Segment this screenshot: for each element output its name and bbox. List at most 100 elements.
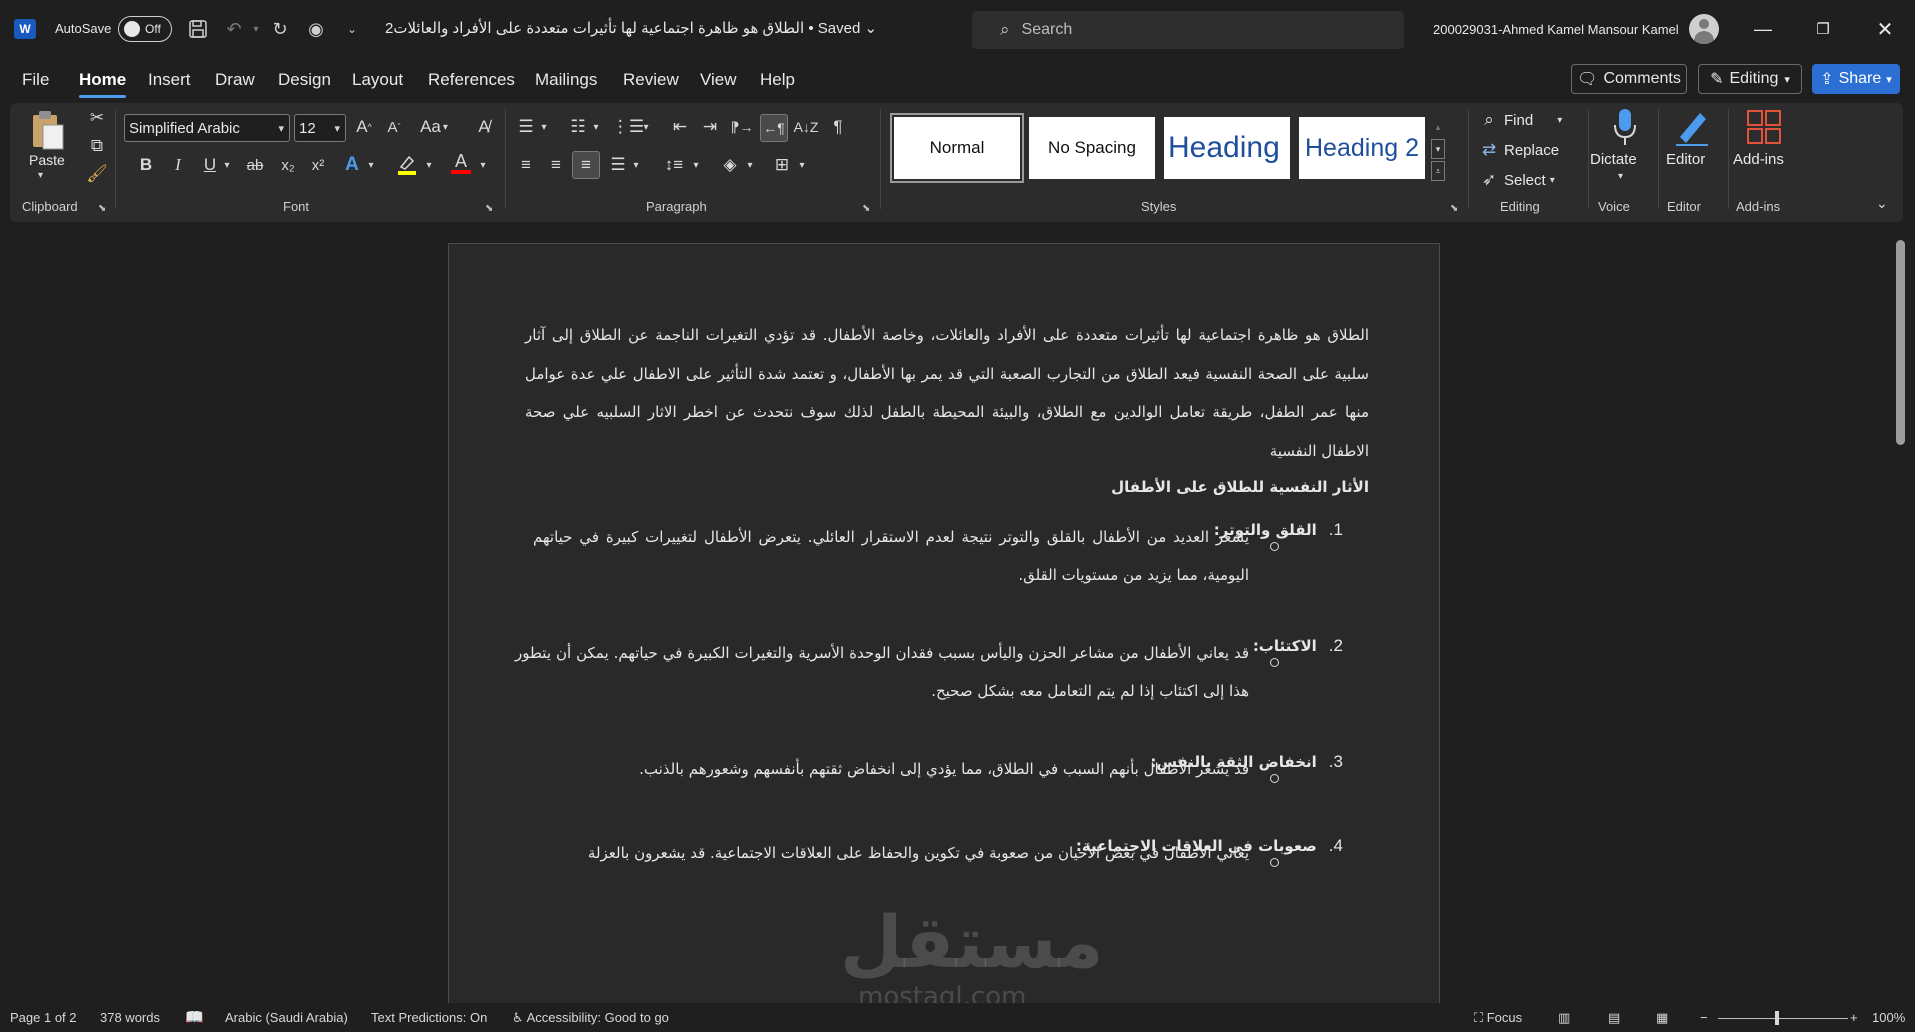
subscript-button[interactable]: x₂ [276,153,300,177]
collapse-ribbon-icon[interactable]: ⌄ [1876,195,1888,212]
clear-formatting-icon[interactable]: A̸ [472,115,496,139]
cut-icon[interactable]: ✂ [86,107,108,129]
dialog-launcher-icon[interactable]: ⬊ [862,203,870,214]
dialog-launcher-icon[interactable]: ⬊ [485,203,493,214]
read-mode-icon[interactable]: ▥ [1558,1010,1570,1026]
replace-button[interactable]: ⇄ Replace [1478,137,1582,163]
redo-icon[interactable]: ↻ [268,17,292,41]
chevron-down-icon[interactable]: ▾ [630,153,642,177]
ltr-direction-icon[interactable]: ⁋→ [730,115,754,139]
search-box[interactable]: ⌕ [972,11,1404,49]
line-spacing-icon[interactable]: ↕≡ [662,153,686,177]
editing-mode-button[interactable]: ✎ Editing ▾ [1698,64,1802,94]
chevron-down-icon[interactable]: ▾ [476,153,490,177]
tab-view[interactable]: View [700,70,737,90]
zoom-in-icon[interactable]: + [1850,1010,1858,1025]
accessibility-status[interactable]: ♿ Accessibility: Good to go [512,1010,669,1026]
autosave-toggle[interactable]: Off [118,16,172,42]
style-heading-2[interactable]: Heading 2 [1299,117,1425,179]
list-item[interactable]: قد يشعر الأطفال بأنهم السبب في الطلاق، م… [515,750,1249,788]
font-color-icon[interactable]: A [448,149,474,177]
list-item[interactable]: قد يعاني الأطفال من مشاعر الحزن واليأس ب… [515,634,1249,710]
borders-icon[interactable]: ⊞ [770,153,794,177]
restore-icon[interactable]: ❐ [1810,16,1836,42]
document-page[interactable]: الطلاق هو ظاهرة اجتماعية لها تأثيرات متع… [448,243,1440,1003]
proofing-icon[interactable]: 📖 [185,1008,204,1026]
zoom-out-icon[interactable]: − [1700,1010,1708,1025]
rtl-direction-icon[interactable]: ←¶ [760,114,788,142]
language-indicator[interactable]: Arabic (Saudi Arabia) [225,1010,348,1025]
user-name[interactable]: 200029031-Ahmed Kamel Mansour Kamel [1433,22,1679,37]
customize-icon[interactable]: ⌄ [340,17,364,41]
tab-insert[interactable]: Insert [148,70,191,90]
styles-more-icon[interactable]: ⩡ [1431,161,1445,181]
undo-icon[interactable]: ↶ [222,17,246,41]
dialog-launcher-icon[interactable]: ⬊ [1450,203,1458,214]
align-left-icon[interactable]: ≡ [514,153,538,177]
tab-review[interactable]: Review [623,70,679,90]
addins-icon[interactable] [1742,105,1786,149]
document-canvas[interactable]: الطلاق هو ظاهرة اجتماعية لها تأثيرات متع… [0,222,1915,1003]
focus-button[interactable]: ⛶ Focus [1474,1010,1522,1026]
tab-draw[interactable]: Draw [215,70,255,90]
page-count[interactable]: Page 1 of 2 [10,1010,77,1025]
microphone-icon[interactable] [1602,105,1648,149]
bullets-icon[interactable]: ☰ [514,115,538,139]
chevron-down-icon[interactable]: ▾ [538,115,550,139]
chevron-down-icon[interactable]: ▾ [796,153,808,177]
superscript-button[interactable]: x² [306,153,330,177]
chevron-down-icon[interactable]: ▾ [364,153,378,177]
tab-file[interactable]: File [22,70,49,90]
change-case-button[interactable]: Aa ▾ [414,115,454,139]
chevron-down-icon[interactable]: ▾ [422,153,436,177]
close-icon[interactable]: ✕ [1872,16,1898,42]
style-no-spacing[interactable]: No Spacing [1029,117,1155,179]
copy-icon[interactable]: ⧉ [86,135,108,157]
editor-icon[interactable] [1670,105,1714,149]
undo-dropdown-icon[interactable]: ▾ [244,17,268,41]
tab-references[interactable]: References [428,70,515,90]
show-formatting-icon[interactable]: ¶ [826,115,850,139]
justify-icon[interactable]: ☰ [606,153,630,177]
list-item[interactable]: يعاني الأطفال في بعض الأحيان من صعوبة في… [515,834,1249,872]
text-predictions[interactable]: Text Predictions: On [371,1010,487,1025]
paste-icon[interactable] [28,107,66,153]
word-app-icon[interactable]: W [14,19,36,39]
styles-scroll-up-icon[interactable]: ▴ [1431,117,1445,137]
zoom-slider-thumb[interactable] [1775,1011,1779,1025]
style-normal[interactable]: Normal [890,113,1024,183]
word-count[interactable]: 378 words [100,1010,160,1025]
align-center-icon[interactable]: ≡ [544,153,568,177]
comments-button[interactable]: 🗨 Comments [1571,64,1687,94]
paste-dropdown-icon[interactable]: ▾ [38,170,43,181]
web-layout-icon[interactable]: ▦ [1656,1010,1668,1026]
intro-paragraph[interactable]: الطلاق هو ظاهرة اجتماعية لها تأثيرات متع… [525,316,1369,470]
editor-label[interactable]: Editor [1666,151,1705,168]
underline-dropdown-icon[interactable]: ▾ [220,153,234,177]
chevron-down-icon[interactable]: ▾ [1618,171,1623,182]
chevron-down-icon[interactable]: ▾ [690,153,702,177]
tab-layout[interactable]: Layout [352,70,403,90]
multilevel-list-icon[interactable]: ⋮☰ [612,115,644,139]
circle-icon[interactable]: ◉ [304,17,328,41]
style-heading-1[interactable]: Heading 1 [1164,117,1290,179]
text-effects-icon[interactable]: A [340,153,364,177]
minimize-icon[interactable]: — [1750,16,1776,42]
paste-label[interactable]: Paste [29,152,65,168]
tab-home[interactable]: Home [79,70,127,98]
tab-design[interactable]: Design [278,70,331,90]
italic-button[interactable]: I [166,153,190,177]
select-button[interactable]: ➶ Select ▾ [1478,167,1582,193]
dialog-launcher-icon[interactable]: ⬊ [98,203,106,214]
avatar[interactable] [1689,14,1719,44]
zoom-slider-track[interactable] [1718,1018,1848,1019]
list-item[interactable]: يشعر العديد من الأطفال بالقلق والتوتر نت… [533,518,1249,594]
tab-mailings[interactable]: Mailings [535,70,597,90]
search-input[interactable] [1021,21,1322,39]
decrease-indent-icon[interactable]: ⇤ [668,115,692,139]
styles-scroll-down-icon[interactable]: ▾ [1431,139,1445,159]
font-name-combo[interactable]: Simplified Arabic ▾ [124,114,290,142]
chevron-down-icon[interactable]: ▾ [590,115,602,139]
addins-label[interactable]: Add-ins [1733,151,1784,168]
list-item[interactable]: 2. الاكتئاب: [1253,636,1343,656]
